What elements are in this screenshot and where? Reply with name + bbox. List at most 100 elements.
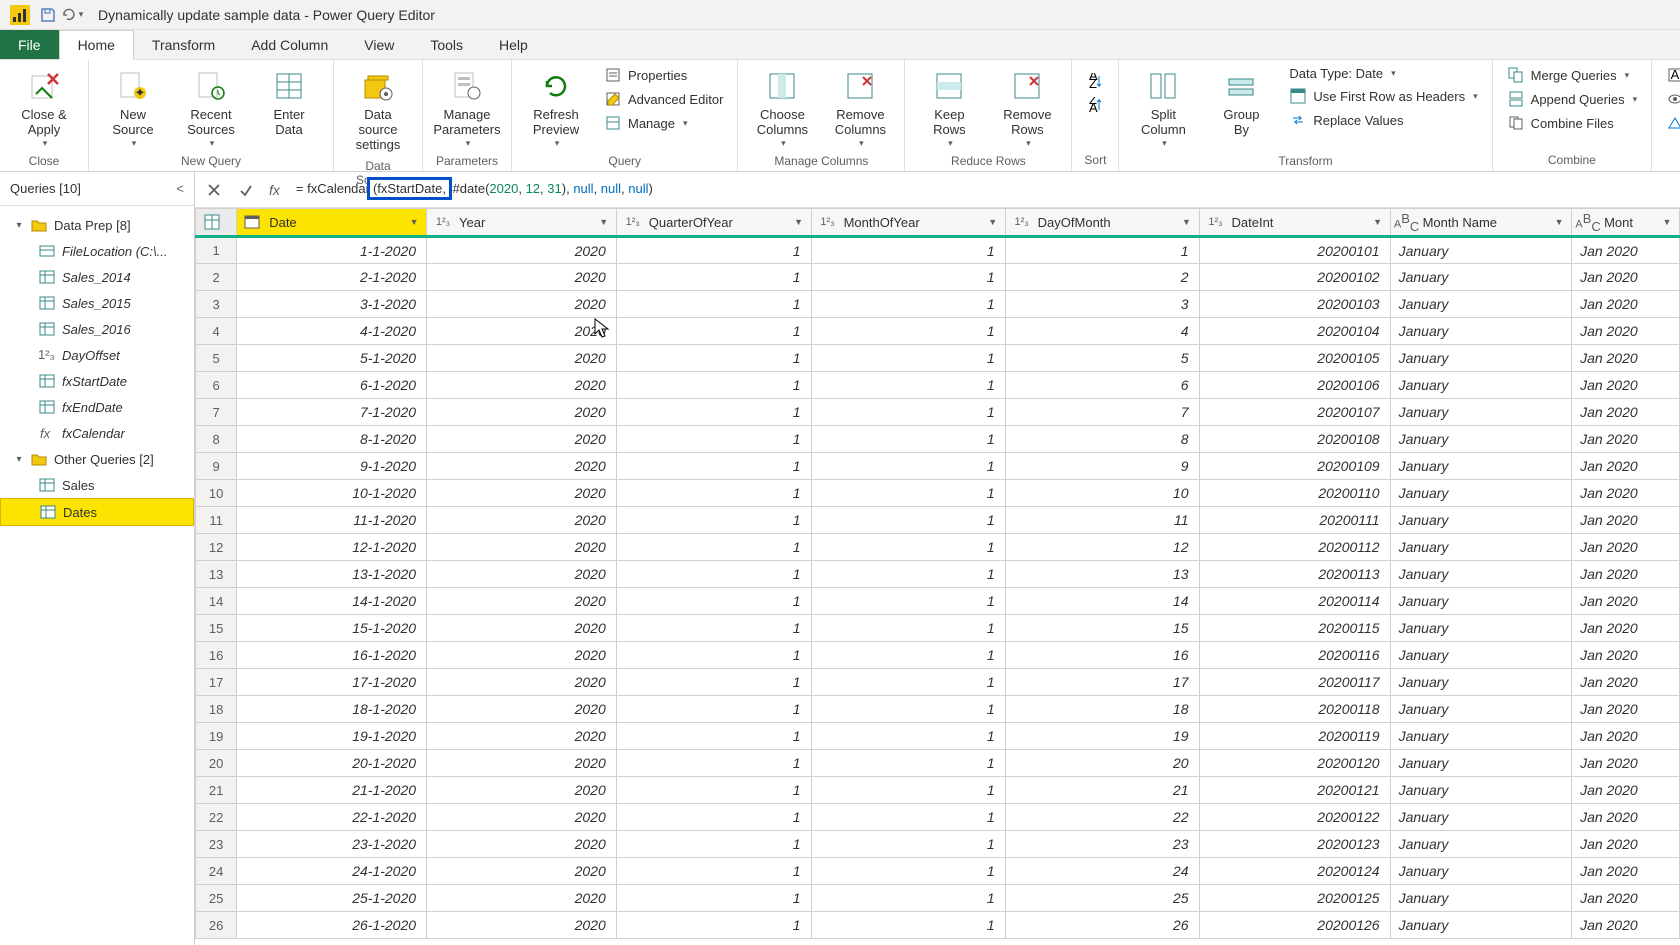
cell[interactable]: Jan 2020: [1572, 831, 1680, 858]
cell[interactable]: 1: [811, 642, 1005, 669]
cell[interactable]: January: [1390, 291, 1571, 318]
cell[interactable]: 22-1-2020: [237, 804, 427, 831]
row-number[interactable]: 14: [196, 588, 237, 615]
row-number[interactable]: 18: [196, 696, 237, 723]
cell[interactable]: 18-1-2020: [237, 696, 427, 723]
table-row[interactable]: 1010-1-20202020111020200110JanuaryJan 20…: [196, 480, 1680, 507]
cell[interactable]: 2020: [427, 561, 617, 588]
cell[interactable]: 2020: [427, 804, 617, 831]
cell[interactable]: January: [1390, 561, 1571, 588]
cell[interactable]: January: [1390, 372, 1571, 399]
query-item[interactable]: 1²₃DayOffset: [0, 342, 194, 368]
table-row[interactable]: 1212-1-20202020111220200112JanuaryJan 20…: [196, 534, 1680, 561]
cell[interactable]: 1: [811, 750, 1005, 777]
cell[interactable]: 2020: [427, 426, 617, 453]
table-row[interactable]: 1414-1-20202020111420200114JanuaryJan 20…: [196, 588, 1680, 615]
cell[interactable]: 2020: [427, 534, 617, 561]
manage-query-button[interactable]: Manage▾: [598, 112, 729, 134]
cell[interactable]: 1: [811, 345, 1005, 372]
cell[interactable]: 20200101: [1199, 237, 1390, 264]
column-type-icon[interactable]: 1²₃: [431, 212, 455, 232]
cell[interactable]: 1: [811, 534, 1005, 561]
cell[interactable]: 15-1-2020: [237, 615, 427, 642]
query-item[interactable]: Sales_2014: [0, 264, 194, 290]
cell[interactable]: 1: [616, 291, 811, 318]
cell[interactable]: 19: [1005, 723, 1199, 750]
cell[interactable]: Jan 2020: [1572, 615, 1680, 642]
cell[interactable]: 2020: [427, 696, 617, 723]
cell[interactable]: Jan 2020: [1572, 588, 1680, 615]
query-item[interactable]: fxEndDate: [0, 394, 194, 420]
column-type-icon[interactable]: ABC: [1576, 212, 1600, 232]
table-row[interactable]: 2020-1-20202020112020200120JanuaryJan 20…: [196, 750, 1680, 777]
recent-sources-button[interactable]: Recent Sources▾: [175, 64, 247, 152]
row-number[interactable]: 4: [196, 318, 237, 345]
cell[interactable]: 20200103: [1199, 291, 1390, 318]
tab-add-column[interactable]: Add Column: [233, 30, 346, 59]
row-number[interactable]: 6: [196, 372, 237, 399]
cell[interactable]: 1-1-2020: [237, 237, 427, 264]
cell[interactable]: 20200124: [1199, 858, 1390, 885]
cell[interactable]: 1: [811, 804, 1005, 831]
cell[interactable]: 1: [811, 669, 1005, 696]
row-number[interactable]: 1: [196, 237, 237, 264]
cell[interactable]: Jan 2020: [1572, 750, 1680, 777]
tab-tools[interactable]: Tools: [412, 30, 481, 59]
column-filter-button[interactable]: ▼: [1179, 217, 1195, 227]
cell[interactable]: January: [1390, 642, 1571, 669]
cell[interactable]: 20200117: [1199, 669, 1390, 696]
cell[interactable]: January: [1390, 588, 1571, 615]
row-number[interactable]: 10: [196, 480, 237, 507]
cell[interactable]: 2020: [427, 480, 617, 507]
table-row[interactable]: 1818-1-20202020111820200118JanuaryJan 20…: [196, 696, 1680, 723]
cell[interactable]: January: [1390, 696, 1571, 723]
column-filter-button[interactable]: ▼: [596, 217, 612, 227]
cell[interactable]: 1: [616, 777, 811, 804]
cell[interactable]: 1: [616, 345, 811, 372]
query-item[interactable]: Sales_2016: [0, 316, 194, 342]
cell[interactable]: 1: [616, 318, 811, 345]
column-filter-button[interactable]: ▼: [985, 217, 1001, 227]
cell[interactable]: 20: [1005, 750, 1199, 777]
cell[interactable]: 1: [811, 399, 1005, 426]
cell[interactable]: 16-1-2020: [237, 642, 427, 669]
row-number[interactable]: 26: [196, 912, 237, 939]
cell[interactable]: 18: [1005, 696, 1199, 723]
qat-undo-button[interactable]: ▾: [60, 3, 84, 27]
cell[interactable]: 3-1-2020: [237, 291, 427, 318]
cell[interactable]: 1: [811, 615, 1005, 642]
split-column-button[interactable]: Split Column▾: [1127, 64, 1199, 152]
cell[interactable]: 2020: [427, 237, 617, 264]
cancel-formula-button[interactable]: [201, 177, 227, 203]
cell[interactable]: 2020: [427, 669, 617, 696]
cell[interactable]: 2020: [427, 831, 617, 858]
tab-help[interactable]: Help: [481, 30, 546, 59]
cell[interactable]: 25-1-2020: [237, 885, 427, 912]
table-row[interactable]: 2626-1-20202020112620200126JanuaryJan 20…: [196, 912, 1680, 939]
query-group[interactable]: ▾Other Queries [2]: [0, 446, 194, 472]
cell[interactable]: Jan 2020: [1572, 561, 1680, 588]
cell[interactable]: 6: [1005, 372, 1199, 399]
cell[interactable]: January: [1390, 237, 1571, 264]
table-row[interactable]: 22-1-2020202011220200102JanuaryJan 2020: [196, 264, 1680, 291]
tab-home[interactable]: Home: [59, 30, 134, 60]
cell[interactable]: Jan 2020: [1572, 696, 1680, 723]
row-number[interactable]: 3: [196, 291, 237, 318]
cell[interactable]: Jan 2020: [1572, 453, 1680, 480]
cell[interactable]: January: [1390, 615, 1571, 642]
first-row-headers-button[interactable]: Use First Row as Headers▾: [1283, 85, 1483, 107]
cell[interactable]: 2020: [427, 912, 617, 939]
data-type-button[interactable]: Data Type: Date▾: [1283, 64, 1483, 83]
cell[interactable]: 20200122: [1199, 804, 1390, 831]
cell[interactable]: 1: [811, 723, 1005, 750]
cell[interactable]: 1: [811, 696, 1005, 723]
cell[interactable]: January: [1390, 399, 1571, 426]
cell[interactable]: 2020: [427, 507, 617, 534]
cell[interactable]: 2020: [427, 858, 617, 885]
column-type-icon[interactable]: 1²₃: [1204, 212, 1228, 232]
remove-columns-button[interactable]: Remove Columns▾: [824, 64, 896, 152]
tab-file[interactable]: File: [0, 30, 59, 59]
cell[interactable]: 17: [1005, 669, 1199, 696]
cell[interactable]: January: [1390, 912, 1571, 939]
column-filter-button[interactable]: ▼: [1370, 217, 1386, 227]
